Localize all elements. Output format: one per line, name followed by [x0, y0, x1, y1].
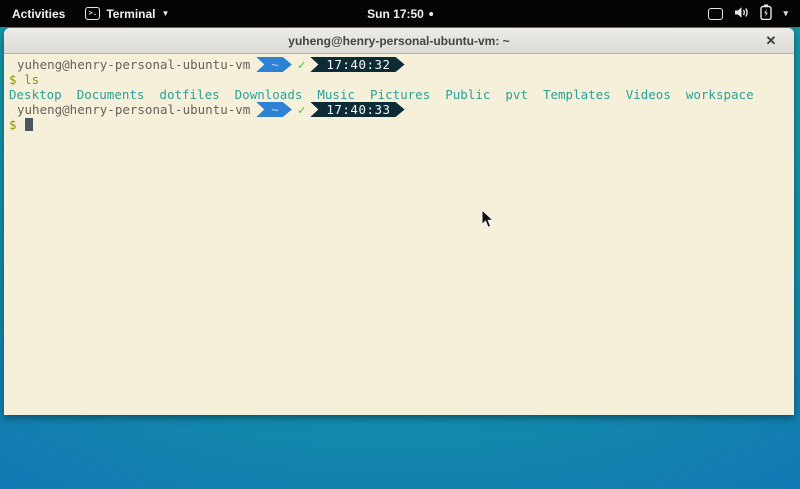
powerline-time-segment: 17:40:33 [310, 102, 404, 117]
prompt-user: yuheng@henry-personal-ubuntu-vm [17, 102, 250, 117]
terminal-content[interactable]: yuheng@henry-personal-ubuntu-vm ~ ✓ 17:4… [4, 54, 794, 414]
check-icon: ✓ [298, 57, 306, 72]
app-menu[interactable]: >. Terminal ▼ [77, 0, 177, 27]
window-title: yuheng@henry-personal-ubuntu-vm: ~ [288, 34, 509, 48]
powerline-path-segment: ~ [256, 57, 292, 72]
volume-icon [734, 6, 749, 22]
window-titlebar[interactable]: yuheng@henry-personal-ubuntu-vm: ~ ✕ [4, 28, 794, 54]
directory-name: pvt [505, 87, 528, 102]
close-icon[interactable]: ✕ [762, 32, 780, 50]
prompt-symbol: $ [9, 117, 17, 132]
directory-name: Music [317, 87, 355, 102]
terminal-window: yuheng@henry-personal-ubuntu-vm: ~ ✕ yuh… [4, 28, 794, 415]
directory-name: Pictures [370, 87, 430, 102]
chevron-down-icon: ▾ [783, 8, 788, 19]
clock-button[interactable]: Sun 17:50 [367, 0, 433, 27]
current-input-line[interactable]: $ [4, 117, 794, 132]
directory-name: workspace [686, 87, 754, 102]
prompt-line: yuheng@henry-personal-ubuntu-vm ~ ✓ 17:4… [4, 102, 794, 117]
directory-name: Downloads [235, 87, 303, 102]
terminal-icon: >. [85, 7, 100, 20]
chevron-down-icon: ▼ [161, 9, 169, 18]
app-menu-label: Terminal [106, 7, 155, 21]
directory-name: Desktop [9, 87, 62, 102]
top-bar: Activities >. Terminal ▼ Sun 17:50 ▾ [0, 0, 800, 27]
prompt-symbol: $ [9, 72, 17, 87]
directory-name: Templates [543, 87, 611, 102]
command-text: ls [24, 72, 39, 87]
powerline-path-segment: ~ [256, 102, 292, 117]
check-icon: ✓ [298, 102, 306, 117]
clock-label: Sun 17:50 [367, 7, 424, 21]
directory-name: Documents [77, 87, 145, 102]
powerline-time-segment: 17:40:32 [310, 57, 404, 72]
ls-output-line: Desktop Documents dotfiles Downloads Mus… [4, 87, 794, 102]
activities-button[interactable]: Activities [0, 0, 77, 27]
directory-name: Public [445, 87, 490, 102]
system-status-menu[interactable]: ▾ [696, 0, 800, 27]
notification-dot-icon [429, 12, 433, 16]
prompt-line: yuheng@henry-personal-ubuntu-vm ~ ✓ 17:4… [4, 57, 794, 72]
text-cursor [25, 118, 33, 131]
display-icon [708, 8, 723, 20]
command-line: $ ls [4, 72, 794, 87]
prompt-user: yuheng@henry-personal-ubuntu-vm [17, 57, 250, 72]
directory-name: Videos [626, 87, 671, 102]
battery-charging-icon [760, 4, 772, 23]
directory-name: dotfiles [159, 87, 219, 102]
